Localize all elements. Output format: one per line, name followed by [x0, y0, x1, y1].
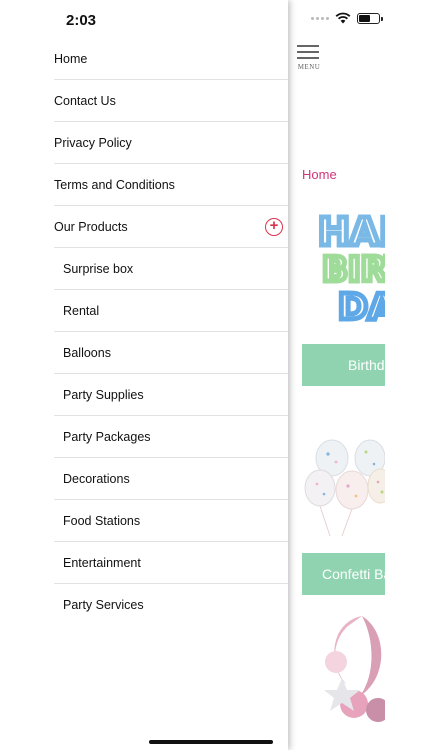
drawer-item-label: Rental [63, 303, 100, 318]
drawer-subitem-entertainment[interactable]: Entertainment [54, 542, 288, 584]
drawer-subitem-surprise-box[interactable]: Surprise box [54, 248, 288, 290]
wifi-icon [335, 12, 351, 24]
drawer-item-label: Surprise box [63, 261, 134, 276]
home-indicator[interactable] [149, 740, 273, 744]
drawer-item-label: Party Packages [63, 429, 151, 444]
battery-icon [357, 12, 383, 24]
drawer-item-home[interactable]: Home [54, 38, 288, 80]
confetti-balloons-photo [302, 436, 385, 536]
svg-text:BIRT: BIRT [322, 250, 385, 290]
drawer-item-label: Food Stations [63, 513, 141, 528]
drawer-subitem-balloons[interactable]: Balloons [54, 332, 288, 374]
svg-text:DA: DA [338, 287, 385, 328]
drawer-item-terms[interactable]: Terms and Conditions [54, 164, 288, 206]
drawer-subitem-party-supplies[interactable]: Party Supplies [54, 374, 288, 416]
drawer-item-label: Our Products [54, 219, 128, 234]
birthday-category-image[interactable]: HAP BIRT DA [302, 203, 386, 329]
plus-circle-icon[interactable]: + [265, 218, 283, 236]
breadcrumb-home[interactable]: Home [302, 167, 337, 182]
menu-label: MENU [297, 63, 321, 71]
drawer-item-our-products[interactable]: Our Products + [54, 206, 288, 248]
drawer-item-privacy-policy[interactable]: Privacy Policy [54, 122, 288, 164]
drawer-item-label: Terms and Conditions [54, 177, 175, 192]
drawer-item-label: Home [54, 51, 88, 66]
drawer-subitem-party-services[interactable]: Party Services [54, 584, 288, 626]
confetti-balloons-category-button[interactable]: Confetti Balloons [302, 553, 385, 595]
drawer-item-label: Decorations [63, 471, 130, 486]
svg-text:HAP: HAP [318, 210, 385, 254]
drawer-subitem-rental[interactable]: Rental [54, 290, 288, 332]
birthday-category-button[interactable]: Birthday [302, 344, 385, 386]
status-icons [311, 12, 383, 24]
cellular-signal-icon [311, 16, 329, 20]
moon-star-balloons-image[interactable] [302, 612, 385, 724]
drawer-item-label: Party Supplies [63, 387, 144, 402]
drawer-subitem-food-stations[interactable]: Food Stations [54, 500, 288, 542]
drawer-item-label: Privacy Policy [54, 135, 132, 150]
drawer-menu: Home Contact Us Privacy Policy Terms and… [54, 38, 288, 626]
moon-star-balloons-photo [302, 612, 385, 724]
drawer-item-label: Balloons [63, 345, 111, 360]
menu-button[interactable]: MENU [297, 45, 321, 71]
drawer-item-label: Entertainment [63, 555, 141, 570]
side-drawer: 2:03 Home Contact Us Privacy Policy Term… [0, 0, 288, 750]
drawer-item-contact-us[interactable]: Contact Us [54, 80, 288, 122]
status-time: 2:03 [66, 12, 97, 29]
drawer-subitem-party-packages[interactable]: Party Packages [54, 416, 288, 458]
happy-birthday-balloon-letters-image: HAP BIRT DA [316, 208, 386, 329]
drawer-item-label: Party Services [63, 598, 144, 612]
confetti-balloons-image[interactable] [302, 436, 385, 536]
drawer-subitem-decorations[interactable]: Decorations [54, 458, 288, 500]
drawer-item-label: Contact Us [54, 93, 116, 108]
